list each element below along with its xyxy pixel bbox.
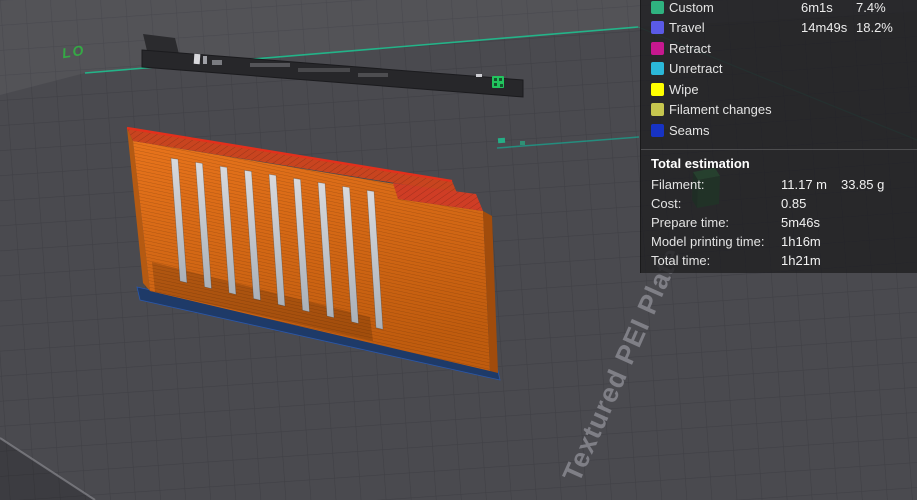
legend-time: 14m49s bbox=[801, 20, 848, 36]
legend-color-swatch bbox=[651, 62, 664, 76]
legend-color-swatch bbox=[651, 82, 664, 96]
legend-label: Travel bbox=[669, 20, 705, 36]
legend-label: Seams bbox=[669, 122, 710, 138]
estimation-row-cost: Cost: 0.85 bbox=[641, 194, 917, 213]
legend-label: Retract bbox=[669, 40, 711, 56]
legend-label: Custom bbox=[669, 0, 714, 15]
estimation-value: 0.85 bbox=[781, 195, 807, 211]
legend-item-retract[interactable]: Retract bbox=[641, 38, 917, 59]
estimation-label: Cost: bbox=[651, 195, 682, 211]
plate-qr-icon bbox=[492, 76, 504, 88]
estimation-row-prepare-time: Prepare time: 5m46s bbox=[641, 213, 917, 232]
estimation-row-filament: Filament: 11.17 m 33.85 g bbox=[641, 175, 917, 194]
legend-item-seams[interactable]: Seams bbox=[641, 120, 917, 141]
legend-percent: 7.4% bbox=[856, 0, 886, 15]
legend-color-swatch bbox=[651, 103, 664, 117]
total-estimation-title: Total estimation bbox=[651, 155, 750, 171]
legend-label: Filament changes bbox=[669, 102, 772, 118]
estimation-value: 11.17 m bbox=[781, 176, 828, 192]
legend-label: Unretract bbox=[669, 61, 723, 77]
estimation-value: 1h21m bbox=[781, 252, 821, 268]
legend-item-wipe[interactable]: Wipe bbox=[641, 79, 917, 100]
legend-list: Custom 6m1s 7.4% Travel 14m49s 18.2% Ret… bbox=[641, 0, 917, 141]
legend-color-swatch bbox=[651, 123, 664, 137]
legend-color-swatch bbox=[651, 21, 664, 35]
estimation-label: Total time: bbox=[651, 252, 711, 268]
legend-label: Wipe bbox=[669, 81, 699, 97]
estimation-label: Prepare time: bbox=[651, 214, 730, 230]
legend-item-custom[interactable]: Custom 6m1s 7.4% bbox=[641, 0, 917, 18]
legend-color-swatch bbox=[651, 0, 664, 14]
estimation-value: 1h16m bbox=[781, 233, 821, 249]
legend-item-unretract[interactable]: Unretract bbox=[641, 59, 917, 80]
slicer-preview-window: LO Textured PEI Plate Custom 6m1s 7.4% T… bbox=[0, 0, 917, 500]
print-statistics-panel: Custom 6m1s 7.4% Travel 14m49s 18.2% Ret… bbox=[640, 0, 917, 273]
estimation-row-total-time: Total time: 1h21m bbox=[641, 251, 917, 270]
estimation-label: Filament: bbox=[651, 176, 705, 192]
estimation-label: Model printing time: bbox=[651, 233, 765, 249]
estimation-value2: 33.85 g bbox=[841, 176, 885, 192]
legend-percent: 18.2% bbox=[856, 20, 893, 36]
legend-time: 6m1s bbox=[801, 0, 833, 15]
legend-item-travel[interactable]: Travel 14m49s 18.2% bbox=[641, 18, 917, 39]
legend-item-filament-changes[interactable]: Filament changes bbox=[641, 100, 917, 121]
legend-color-swatch bbox=[651, 41, 664, 55]
estimation-value: 5m46s bbox=[781, 214, 821, 230]
estimation-row-model-printing-time: Model printing time: 1h16m bbox=[641, 232, 917, 251]
